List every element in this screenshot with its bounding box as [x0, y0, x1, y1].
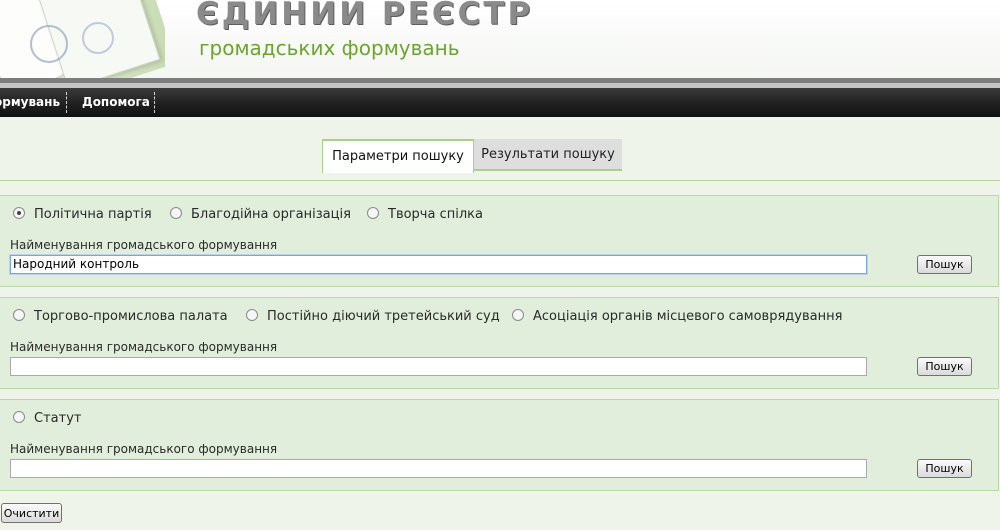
site-header: ЄДИНИЙ РЕЄСТР громадських формувань: [0, 0, 1000, 80]
tab-search-params[interactable]: Параметри пошуку: [322, 139, 474, 173]
name-field-label: Найменування громадського формування: [10, 238, 278, 252]
logo-documents-image: [0, 0, 165, 80]
site-title: ЄДИНИЙ РЕЄСТР: [196, 0, 534, 32]
radio-local-gov-association[interactable]: Асоціація органів місцевого самоврядуван…: [512, 309, 842, 324]
search-button-1[interactable]: Пошук: [917, 255, 972, 274]
radio-political-party[interactable]: Політична партія: [13, 207, 152, 222]
tab-search-results[interactable]: Результати пошуку: [474, 139, 622, 171]
name-field-label: Найменування громадського формування: [10, 442, 278, 456]
radio-icon: [246, 309, 258, 321]
nav-item-formations[interactable]: ормувань: [0, 88, 60, 117]
tabs-baseline: [0, 180, 1000, 181]
search-button-3[interactable]: Пошук: [917, 459, 972, 478]
radio-icon: [512, 309, 524, 321]
radio-statute[interactable]: Статут: [13, 411, 81, 426]
name-input-1[interactable]: Народний контроль: [10, 255, 867, 274]
nav-item-help[interactable]: Допомога: [82, 88, 150, 117]
radio-icon: [13, 411, 25, 423]
search-button-2[interactable]: Пошук: [917, 357, 972, 376]
search-section-3: Статут Найменування громадського формува…: [0, 399, 999, 491]
radio-charity-organization[interactable]: Благодійна організація: [170, 207, 351, 222]
search-section-2: Торгово-промислова палата Постійно діючи…: [0, 297, 999, 389]
radio-icon: [367, 207, 379, 219]
clear-button[interactable]: Очистити: [1, 503, 62, 523]
name-input-3[interactable]: [10, 459, 867, 478]
radio-checked-icon: [13, 207, 25, 219]
name-input-2[interactable]: [10, 357, 867, 376]
radio-icon: [170, 207, 182, 219]
radio-icon: [13, 309, 25, 321]
nav-separator: [154, 92, 155, 113]
radio-arbitration-court[interactable]: Постійно діючий третейський суд: [246, 309, 500, 324]
name-field-label: Найменування громадського формування: [10, 340, 278, 354]
site-subtitle: громадських формувань: [199, 36, 460, 60]
radio-creative-union[interactable]: Творча спілка: [367, 207, 483, 222]
nav-separator: [66, 92, 67, 113]
search-section-1: Політична партія Благодійна організація …: [0, 195, 999, 287]
radio-chamber-of-commerce[interactable]: Торгово-промислова палата: [13, 309, 228, 324]
main-nav: ормувань Допомога: [0, 88, 1000, 117]
